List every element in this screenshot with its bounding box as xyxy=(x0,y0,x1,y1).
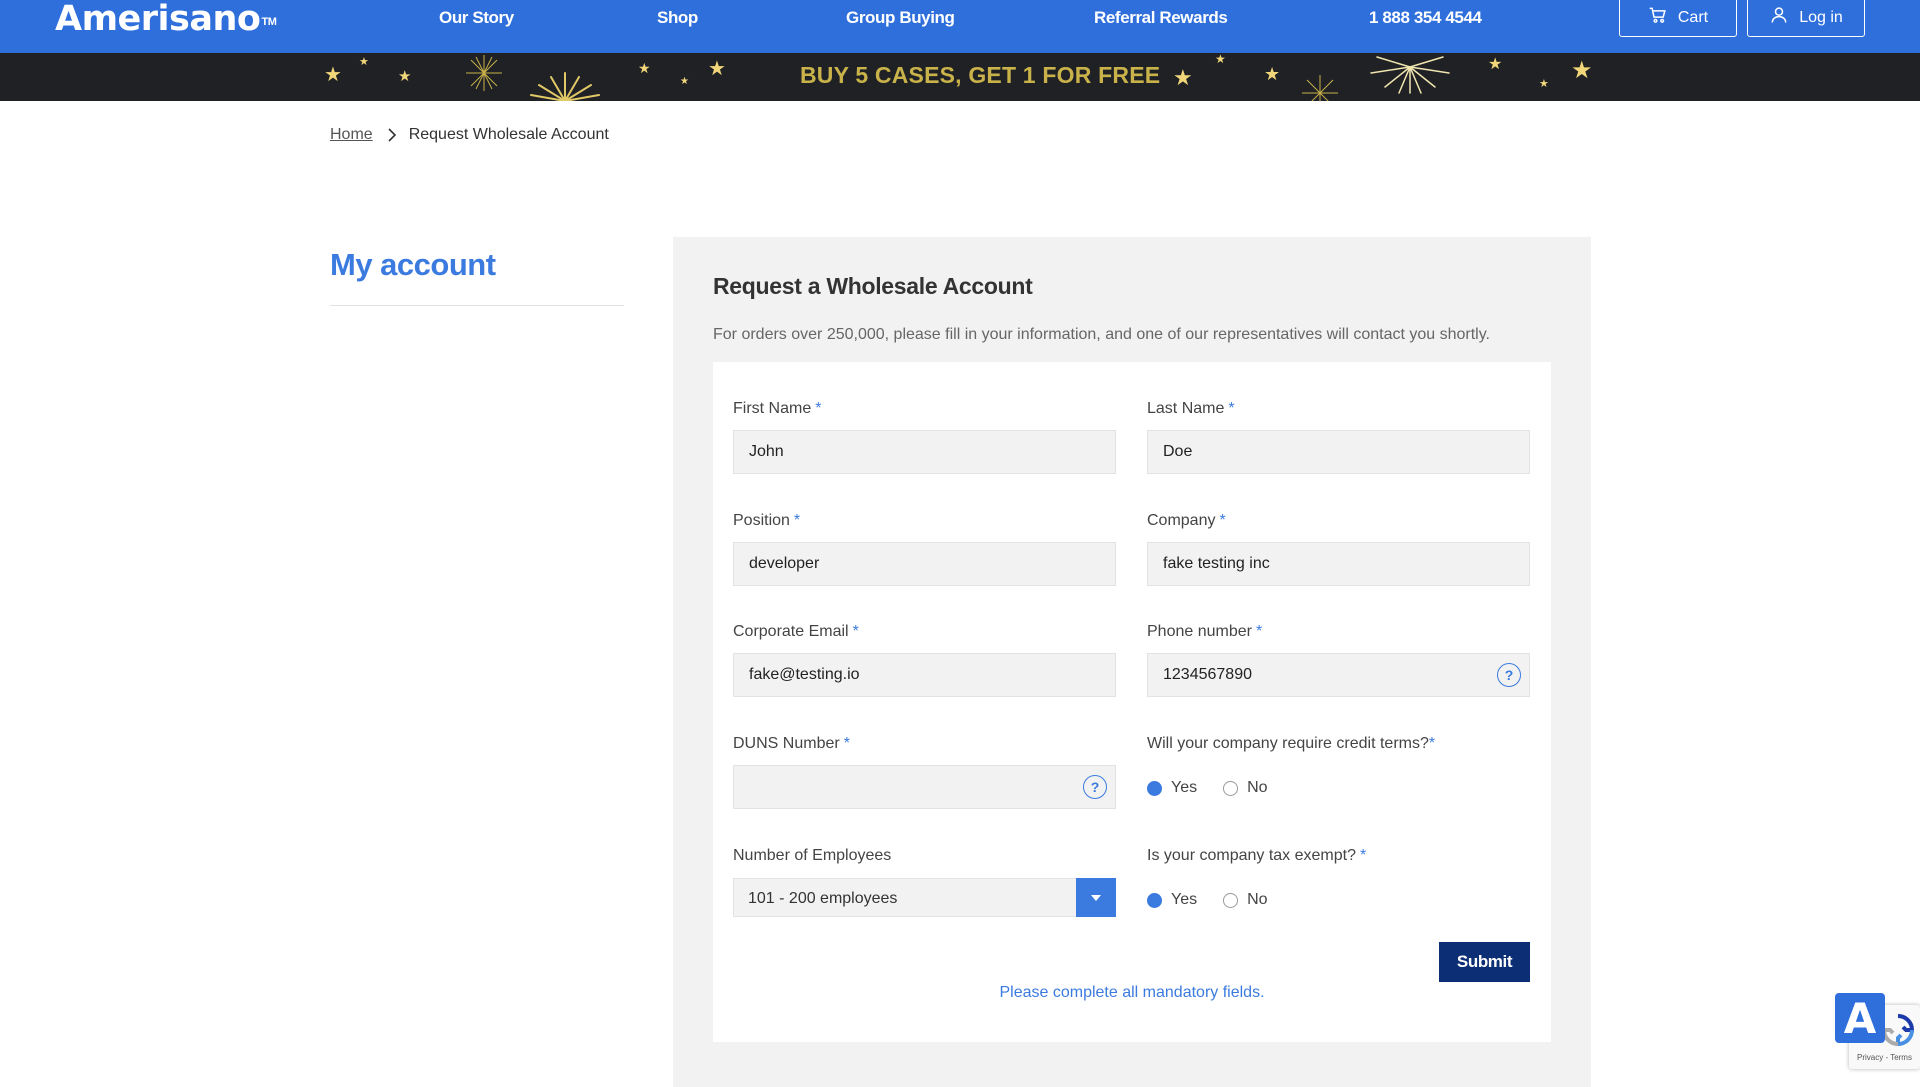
phone-input[interactable] xyxy=(1147,653,1530,697)
credit-terms-label: Will your company require credit terms?* xyxy=(1147,735,1436,752)
nav-our-story[interactable]: Our Story xyxy=(439,8,514,28)
wholesale-form: First Name* Last Name* Position* Company… xyxy=(713,362,1551,1042)
sidebar-title: My account xyxy=(330,247,496,282)
radio-unselected-icon xyxy=(1223,780,1239,796)
star-icon: ★ xyxy=(398,68,412,85)
chevron-down-icon[interactable] xyxy=(1076,878,1116,917)
star-icon: ★ xyxy=(1264,64,1281,84)
first-name-label: First Name * xyxy=(733,400,822,417)
last-name-label: Last Name * xyxy=(1147,400,1235,417)
tax-exempt-radio-group: Yes No xyxy=(1147,891,1294,909)
tax-exempt-yes-radio[interactable]: Yes xyxy=(1147,891,1197,909)
radio-unselected-icon xyxy=(1223,892,1239,908)
cart-label: Cart xyxy=(1677,8,1709,26)
recaptcha-links[interactable]: Privacy - Terms xyxy=(1857,1053,1912,1062)
cart-button[interactable]: Cart xyxy=(1619,0,1737,37)
last-name-input[interactable] xyxy=(1147,430,1530,474)
login-button[interactable]: Log in xyxy=(1747,0,1865,37)
tax-exempt-label: Is your company tax exempt? * xyxy=(1147,847,1367,864)
email-label: Corporate Email * xyxy=(733,623,859,640)
star-icon: ★ xyxy=(708,58,726,80)
position-label: Position * xyxy=(733,512,801,529)
form-title: Request a Wholesale Account xyxy=(713,273,1033,299)
top-navigation-bar: AmerisanoTM Our Story Shop Group Buying … xyxy=(0,0,1920,53)
star-icon: ★ xyxy=(1488,56,1503,73)
duns-help-icon[interactable]: ? xyxy=(1083,775,1107,799)
sidebar-divider xyxy=(330,305,624,306)
recaptcha-icon xyxy=(1881,1014,1915,1047)
star-icon: ★ xyxy=(1215,53,1226,66)
breadcrumb-home-link[interactable]: Home xyxy=(330,126,373,144)
radio-selected-icon xyxy=(1147,780,1162,796)
phone-help-icon[interactable]: ? xyxy=(1497,663,1521,687)
position-input[interactable] xyxy=(733,542,1116,586)
star-icon: ★ xyxy=(359,56,369,68)
nav-group-buying[interactable]: Group Buying xyxy=(846,8,955,28)
employees-select[interactable]: 101 - 200 employees xyxy=(733,878,1116,917)
credit-terms-no-radio[interactable]: No xyxy=(1223,779,1268,797)
star-icon: ★ xyxy=(324,64,342,86)
brand-logo[interactable]: AmerisanoTM xyxy=(55,0,277,38)
firework-icon xyxy=(466,55,502,91)
star-icon: ★ xyxy=(1571,57,1593,84)
promo-banner[interactable]: ★ ★ ★ ★ ★ ★ BUY 5 CASES, GET 1 FOR FREE … xyxy=(0,53,1920,101)
nav-referral-rewards[interactable]: Referral Rewards xyxy=(1094,8,1228,28)
user-icon xyxy=(1769,5,1789,30)
star-icon: ★ xyxy=(680,76,689,87)
duns-label: DUNS Number * xyxy=(733,735,850,752)
phone-number-link[interactable]: 1 888 354 4544 xyxy=(1369,8,1482,28)
accessibility-icon[interactable]: A xyxy=(1835,993,1885,1043)
star-icon: ★ xyxy=(1539,78,1549,90)
duns-input[interactable] xyxy=(733,765,1116,809)
phone-label: Phone number * xyxy=(1147,623,1263,640)
promo-text: BUY 5 CASES, GET 1 FOR FREE xyxy=(800,62,1161,88)
cart-icon xyxy=(1648,5,1668,30)
star-icon: ★ xyxy=(1173,65,1193,90)
submit-button[interactable]: Submit xyxy=(1439,942,1530,982)
radio-selected-icon xyxy=(1147,892,1162,908)
company-label: Company * xyxy=(1147,512,1226,529)
mandatory-fields-notice: Please complete all mandatory fields. xyxy=(999,984,1265,1001)
tax-exempt-no-radio[interactable]: No xyxy=(1223,891,1268,909)
company-input[interactable] xyxy=(1147,542,1530,586)
firework-icon xyxy=(530,72,600,101)
breadcrumb: Home Request Wholesale Account xyxy=(330,126,609,144)
employees-label: Number of Employees xyxy=(733,847,892,864)
breadcrumb-current: Request Wholesale Account xyxy=(408,126,609,143)
firework-icon xyxy=(1302,75,1338,101)
first-name-input[interactable] xyxy=(733,430,1116,474)
credit-terms-yes-radio[interactable]: Yes xyxy=(1147,779,1197,797)
firework-icon xyxy=(1370,56,1450,94)
wholesale-request-panel: Request a Wholesale Account For orders o… xyxy=(673,237,1591,1087)
credit-terms-radio-group: Yes No xyxy=(1147,779,1294,797)
login-label: Log in xyxy=(1799,8,1843,26)
chevron-right-icon xyxy=(388,128,396,142)
form-description: For orders over 250,000, please fill in … xyxy=(713,326,1490,343)
star-icon: ★ xyxy=(638,60,651,76)
nav-shop[interactable]: Shop xyxy=(657,8,698,28)
employees-select-value: 101 - 200 employees xyxy=(748,890,898,907)
email-field[interactable] xyxy=(733,653,1116,697)
